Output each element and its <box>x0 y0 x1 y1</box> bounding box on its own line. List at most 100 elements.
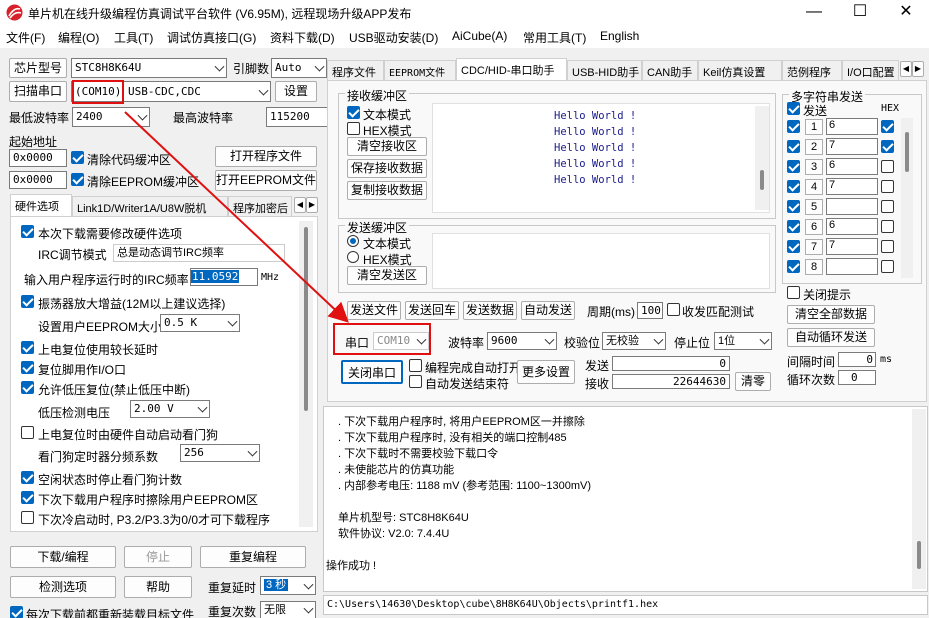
multi-row-hex-checkbox[interactable] <box>881 120 894 133</box>
multi-row-input[interactable]: 6 <box>826 158 878 175</box>
reload-file-checkbox[interactable] <box>10 606 23 618</box>
close-tip-checkbox[interactable] <box>787 286 800 299</box>
multi-row-input[interactable] <box>826 198 878 215</box>
period-input[interactable]: 100 <box>637 302 663 319</box>
power-reset-checkbox[interactable] <box>21 341 34 354</box>
receive-scrollbar[interactable] <box>755 106 769 210</box>
tab-scroll-right-icon[interactable]: ▶ <box>306 197 318 213</box>
tab-io-config[interactable]: I/O口配置 <box>842 60 899 80</box>
tab-eeprom-file[interactable]: EEPROM文件 <box>384 60 456 80</box>
tab-serial-assistant[interactable]: CDC/HID-串口助手 <box>456 58 567 80</box>
multi-row-send-button[interactable]: 4 <box>805 179 823 195</box>
tab-can[interactable]: CAN助手 <box>642 60 698 80</box>
chip-model-button[interactable]: 芯片型号 <box>9 58 67 78</box>
multi-row-send-button[interactable]: 2 <box>805 139 823 155</box>
check-options-button[interactable]: 检测选项 <box>10 576 116 598</box>
irc-freq-input[interactable]: 11.0592 <box>190 268 258 286</box>
menu-tools[interactable]: 工具(T) <box>114 29 153 46</box>
multi-row-send-button[interactable]: 3 <box>805 159 823 175</box>
settings-button[interactable]: 设置 <box>275 81 317 102</box>
multi-row-input[interactable] <box>826 258 878 275</box>
multi-row-send-button[interactable]: 7 <box>805 239 823 255</box>
multi-row-send-checkbox[interactable] <box>787 180 800 193</box>
close-button[interactable]: ✕ <box>883 0 929 26</box>
idle-wdt-checkbox[interactable] <box>21 471 34 484</box>
options-scrollbar[interactable] <box>299 221 313 527</box>
multi-send-all-checkbox[interactable] <box>787 102 800 115</box>
tab-keil-sim[interactable]: Keil仿真设置 <box>698 60 782 80</box>
menu-english[interactable]: English <box>600 29 639 43</box>
multi-row-send-checkbox[interactable] <box>787 220 800 233</box>
low-volt-reset-checkbox[interactable] <box>21 381 34 394</box>
open-program-file-button[interactable]: 打开程序文件 <box>215 146 317 167</box>
baud-rate-select[interactable]: 9600 <box>487 332 557 350</box>
clear-eeprom-checkbox[interactable] <box>71 173 84 186</box>
tab-usb-hid[interactable]: USB-HID助手 <box>567 60 642 80</box>
wdt-div-select[interactable]: 256 <box>180 444 260 462</box>
multi-row-send-button[interactable]: 6 <box>805 219 823 235</box>
help-button[interactable]: 帮助 <box>124 576 192 598</box>
multi-row-send-button[interactable]: 8 <box>805 259 823 275</box>
repeat-count-select[interactable]: 无限 <box>260 601 316 618</box>
auto-send-button[interactable]: 自动发送 <box>521 301 575 320</box>
clear-count-button[interactable]: 清零 <box>735 372 771 391</box>
menu-file[interactable]: 文件(F) <box>6 29 45 46</box>
multi-row-hex-checkbox[interactable] <box>881 140 894 153</box>
cold-boot-checkbox[interactable] <box>21 511 34 524</box>
multi-row-hex-checkbox[interactable] <box>881 240 894 253</box>
min-baud-select[interactable]: 2400 <box>72 107 150 127</box>
clear-receive-button[interactable]: 清空接收区 <box>347 137 427 156</box>
multi-row-hex-checkbox[interactable] <box>881 220 894 233</box>
osc-gain-checkbox[interactable] <box>21 295 34 308</box>
send-text-mode-radio[interactable] <box>347 235 359 247</box>
save-receive-button[interactable]: 保存接收数据 <box>347 159 427 178</box>
menu-aicube[interactable]: AiCube(A) <box>452 29 507 43</box>
pin-count-select[interactable]: Auto <box>271 58 327 78</box>
menu-program[interactable]: 编程(O) <box>58 29 99 46</box>
eeprom-size-select[interactable]: 0.5 K <box>160 314 240 332</box>
clear-all-data-button[interactable]: 清空全部数据 <box>787 305 875 324</box>
receive-hex-mode-checkbox[interactable] <box>347 122 360 135</box>
menu-usb-driver[interactable]: USB驱动安装(D) <box>349 29 438 46</box>
menu-debug[interactable]: 调试仿真接口(G) <box>167 29 256 46</box>
multi-row-input[interactable]: 6 <box>826 118 878 135</box>
log-scrollbar[interactable] <box>912 409 926 589</box>
multi-row-hex-checkbox[interactable] <box>881 160 894 173</box>
multi-row-input[interactable]: 6 <box>826 218 878 235</box>
send-hex-mode-radio[interactable] <box>347 251 359 263</box>
menu-common-tools[interactable]: 常用工具(T) <box>523 29 586 46</box>
need-modify-checkbox[interactable] <box>21 225 34 238</box>
loop-count-input[interactable]: 0 <box>838 370 876 385</box>
irc-mode-select[interactable]: 总是动态调节IRC频率 <box>113 244 285 262</box>
clear-send-button[interactable]: 清空发送区 <box>347 266 427 285</box>
multi-row-hex-checkbox[interactable] <box>881 200 894 213</box>
auto-loop-send-button[interactable]: 自动循环发送 <box>787 328 875 347</box>
tab-offline-writer[interactable]: Link1D/Writer1A/U8W脱机 <box>72 196 228 216</box>
send-data-button[interactable]: 发送数据 <box>463 301 517 320</box>
auto-open-checkbox[interactable] <box>409 359 422 372</box>
options-scroll-thumb[interactable] <box>304 227 308 411</box>
tab-encryption[interactable]: 程序加密后 <box>228 196 292 216</box>
send-file-button[interactable]: 发送文件 <box>347 301 401 320</box>
receive-text-mode-checkbox[interactable] <box>347 106 360 119</box>
stop-bits-select[interactable]: 1位 <box>714 332 772 350</box>
close-port-button[interactable]: 关闭串口 <box>341 360 403 384</box>
multi-row-input[interactable]: 7 <box>826 138 878 155</box>
multi-row-send-checkbox[interactable] <box>787 260 800 273</box>
download-program-button[interactable]: 下载/编程 <box>10 546 116 568</box>
repeat-delay-select[interactable]: 3 秒 <box>260 576 316 595</box>
reset-pin-checkbox[interactable] <box>21 361 34 374</box>
more-settings-button[interactable]: 更多设置 <box>517 360 575 384</box>
send-return-button[interactable]: 发送回车 <box>405 301 459 320</box>
tab-scroll-left-icon[interactable]: ◀ <box>900 61 912 77</box>
loopback-checkbox[interactable] <box>667 303 680 316</box>
multi-send-scrollbar[interactable] <box>901 118 913 278</box>
tab-scroll-right-icon[interactable]: ▶ <box>912 61 924 77</box>
tab-scroll-left-icon[interactable]: ◀ <box>294 197 306 213</box>
tab-program-file[interactable]: 程序文件 <box>327 60 384 80</box>
log-output[interactable]: . 下次下载用户程序时, 将用户EEPROM区一并擦除 . 下次下载用户程序时, … <box>323 406 928 592</box>
auto-end-checkbox[interactable] <box>409 375 422 388</box>
copy-receive-button[interactable]: 复制接收数据 <box>347 181 427 200</box>
tab-examples[interactable]: 范例程序 <box>782 60 842 80</box>
wdt-auto-checkbox[interactable] <box>21 426 34 439</box>
